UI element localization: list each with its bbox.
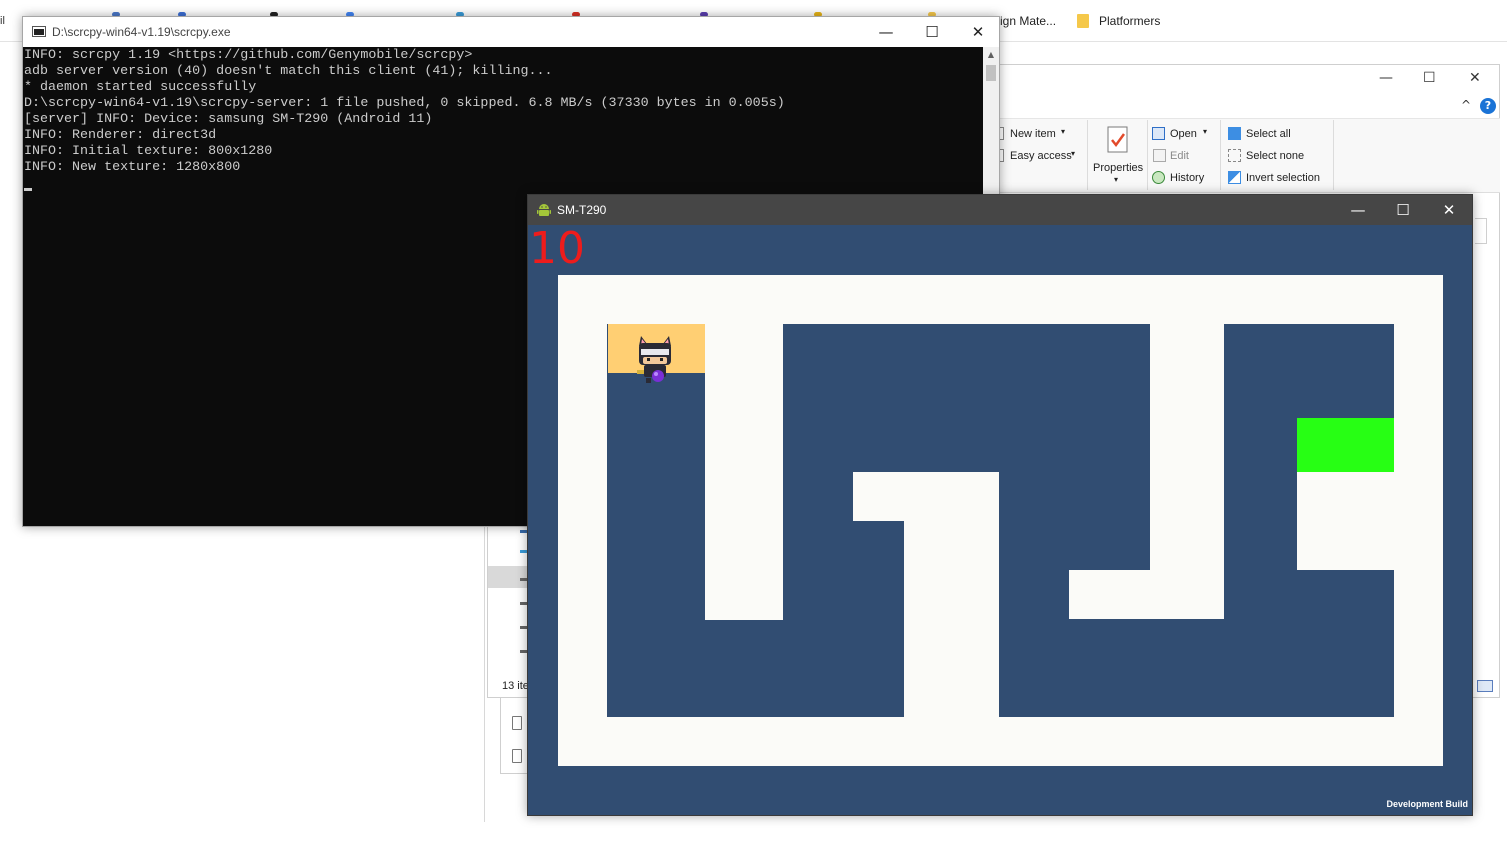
ribbon-divider <box>1220 120 1221 190</box>
scrollbar-thumb[interactable] <box>986 65 996 81</box>
open-button[interactable]: Open <box>1170 128 1197 140</box>
maze-path-right <box>1394 275 1443 766</box>
select-all-icon <box>1228 127 1241 140</box>
android-icon <box>537 204 551 216</box>
maze-path-segment <box>1297 472 1394 570</box>
console-line: INFO: scrcpy 1.19 <https://github.com/Ge… <box>24 48 473 63</box>
chevron-down-icon: ▾ <box>1114 175 1119 184</box>
bookmark-design-materials[interactable]: ign Mate... <box>1000 14 1056 28</box>
maze-game-canvas[interactable]: 10 Development Build <box>528 225 1472 815</box>
explorer-maximize-button[interactable]: ☐ <box>1423 70 1436 86</box>
console-line: INFO: New texture: 1280x800 <box>24 160 241 175</box>
console-line: * daemon started successfully <box>24 80 257 95</box>
invert-selection-icon <box>1228 171 1241 184</box>
console-line: [server] INFO: Device: samsung SM-T290 (… <box>24 112 433 127</box>
maze-path-bottom <box>558 717 1443 766</box>
console-close-button[interactable]: ✕ <box>955 17 1001 47</box>
new-item-button[interactable]: New item <box>1010 128 1056 140</box>
maze-path-left <box>558 275 607 766</box>
desktop: il ign Mate... Platformers — ☐ ✕ ^ ? New… <box>0 0 1507 854</box>
device-mirror-window: SM-T290 — ☐ ✕ 10 Development Build <box>527 194 1473 816</box>
invert-selection-button[interactable]: Invert selection <box>1246 172 1320 184</box>
chevron-down-icon: ▾ <box>1061 127 1066 136</box>
console-line: INFO: Initial texture: 800x1280 <box>24 144 273 159</box>
explorer-selected-row[interactable] <box>488 566 528 588</box>
select-none-icon <box>1228 149 1241 162</box>
maze-path-top <box>558 275 1443 324</box>
help-icon[interactable]: ? <box>1480 98 1496 114</box>
history-button[interactable]: History <box>1170 172 1204 184</box>
properties-icon <box>1107 126 1128 153</box>
select-all-button[interactable]: Select all <box>1246 128 1291 140</box>
scroll-up-icon[interactable]: ▲ <box>983 47 999 63</box>
development-build-label: Development Build <box>1386 799 1468 809</box>
bookmark-platformers[interactable]: Platformers <box>1099 14 1160 28</box>
device-title: SM-T290 <box>557 203 607 217</box>
folder-icon <box>1077 14 1089 28</box>
ribbon-collapse-icon[interactable]: ^ <box>1461 98 1471 112</box>
history-icon <box>1152 171 1165 184</box>
console-line: INFO: Renderer: direct3d <box>24 128 217 143</box>
ribbon-divider <box>1147 120 1148 190</box>
file-icon <box>512 716 522 730</box>
edit-button[interactable]: Edit <box>1170 150 1189 162</box>
console-line: D:\scrcpy-win64-v1.19\scrcpy-server: 1 f… <box>24 96 785 111</box>
explorer-item-count: 13 ite <box>502 680 529 692</box>
console-line: adb server version (40) doesn't match th… <box>24 64 553 79</box>
explorer-minimize-button[interactable]: — <box>1379 70 1393 86</box>
open-icon <box>1152 127 1165 140</box>
easy-access-button[interactable]: Easy access <box>1010 150 1072 162</box>
ribbon-divider <box>1087 120 1088 190</box>
explorer-search-box[interactable] <box>1475 218 1487 244</box>
properties-button[interactable]: Properties <box>1093 162 1143 174</box>
file-icon <box>512 749 522 763</box>
chevron-down-icon: ▾ <box>1071 149 1076 158</box>
maze-path-column <box>705 324 783 620</box>
maze-goal-tile <box>1297 418 1394 472</box>
details-view-icon[interactable] <box>1477 680 1493 692</box>
explorer-close-button[interactable]: ✕ <box>1469 70 1481 86</box>
maze-path-column <box>904 472 999 717</box>
console-app-icon <box>32 26 46 37</box>
console-minimize-button[interactable]: — <box>863 17 909 47</box>
maze-path-segment <box>1069 570 1224 619</box>
ribbon-divider <box>1333 120 1334 190</box>
device-minimize-button[interactable]: — <box>1335 195 1381 225</box>
chevron-down-icon: ▾ <box>1203 127 1208 136</box>
cat-character-icon <box>637 336 671 383</box>
device-titlebar[interactable]: SM-T290 — ☐ ✕ <box>528 195 1472 225</box>
text-cursor <box>24 188 32 191</box>
score-counter: 10 <box>529 225 585 274</box>
device-maximize-button[interactable]: ☐ <box>1380 195 1426 225</box>
console-titlebar[interactable]: D:\scrcpy-win64-v1.19\scrcpy.exe — ☐ ✕ <box>23 17 999 47</box>
edit-icon <box>1153 149 1166 162</box>
device-close-button[interactable]: ✕ <box>1426 195 1472 225</box>
select-none-button[interactable]: Select none <box>1246 150 1304 162</box>
console-maximize-button[interactable]: ☐ <box>909 17 955 47</box>
console-title: D:\scrcpy-win64-v1.19\scrcpy.exe <box>52 25 231 39</box>
bookmark-fragment[interactable]: il <box>0 15 5 27</box>
